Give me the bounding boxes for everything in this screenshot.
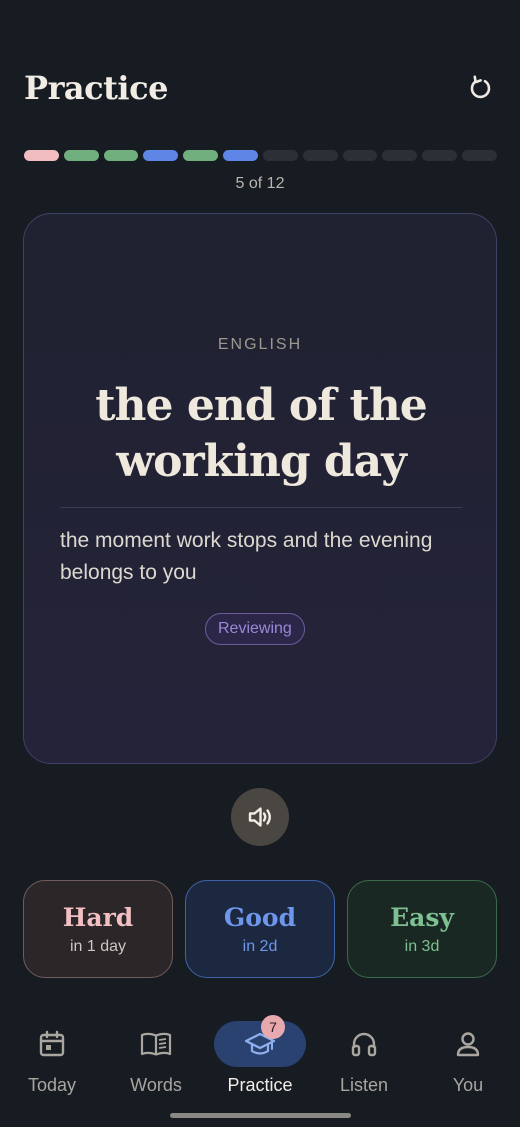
progress-segment-todo (422, 150, 458, 161)
nav-label-you: You (452, 1075, 484, 1095)
refresh-icon (470, 75, 491, 99)
nav-label-practice: Practice (227, 1075, 293, 1095)
bottom-nav: Today Words 7 Practice Listen You (0, 1015, 520, 1097)
progress-segment-good (223, 150, 258, 161)
progress-segment-todo (262, 150, 298, 161)
card-language: ENGLISH (217, 336, 303, 353)
headphones-icon (351, 1032, 377, 1057)
header: Practice (24, 64, 496, 112)
good-button[interactable]: Good in 2d (185, 880, 335, 978)
progress-bar (24, 150, 497, 161)
reset-button[interactable] (464, 72, 496, 104)
progress-segment-todo (462, 150, 497, 161)
nav-item-listen[interactable]: Listen (312, 1015, 416, 1097)
nav-label-words: Words (130, 1075, 182, 1095)
progress-segment-hard (24, 150, 59, 161)
easy-interval: in 3d (404, 937, 440, 955)
nav-item-words[interactable]: Words (104, 1015, 208, 1097)
book-icon (140, 1032, 172, 1056)
good-interval: in 2d (242, 937, 278, 955)
person-icon (456, 1032, 480, 1057)
hard-label: Hard (62, 902, 134, 932)
good-label: Good (223, 902, 297, 932)
hard-button[interactable]: Hard in 1 day (23, 880, 173, 978)
nav-item-today[interactable]: Today (0, 1015, 104, 1097)
progress-segment-easy (103, 150, 139, 161)
easy-button[interactable]: Easy in 3d (347, 880, 497, 978)
calendar-icon (39, 1030, 65, 1057)
home-indicator (170, 1113, 351, 1118)
progress-segment-good (143, 150, 179, 161)
progress-segment-todo (382, 150, 418, 161)
progress-segment-todo (342, 150, 378, 161)
nav-label-today: Today (27, 1075, 77, 1095)
hard-interval: in 1 day (69, 937, 127, 955)
status-badge: Reviewing (205, 613, 305, 645)
card-term: the end of the working day (95, 380, 428, 487)
nav-label-listen: Listen (339, 1075, 389, 1095)
card-divider (60, 507, 462, 508)
practice-count-badge: 7 (261, 1015, 285, 1039)
speaker-icon (248, 807, 271, 827)
page-title: Practice (24, 69, 168, 107)
play-audio-button[interactable] (231, 788, 289, 846)
nav-item-you[interactable]: You (416, 1015, 520, 1097)
flashcard[interactable]: ENGLISH the end of the working day the m… (23, 213, 497, 764)
progress-label: 5 of 12 (235, 175, 285, 192)
card-definition: the moment work stops and the evening be… (60, 529, 433, 584)
progress-segment-easy (63, 150, 99, 161)
progress-segment-todo (302, 150, 338, 161)
answer-buttons: Hard in 1 day Good in 2d Easy in 3d (23, 880, 497, 978)
easy-label: Easy (390, 902, 454, 932)
progress-segment-easy (183, 150, 219, 161)
nav-item-practice[interactable]: 7 Practice (208, 1015, 312, 1097)
